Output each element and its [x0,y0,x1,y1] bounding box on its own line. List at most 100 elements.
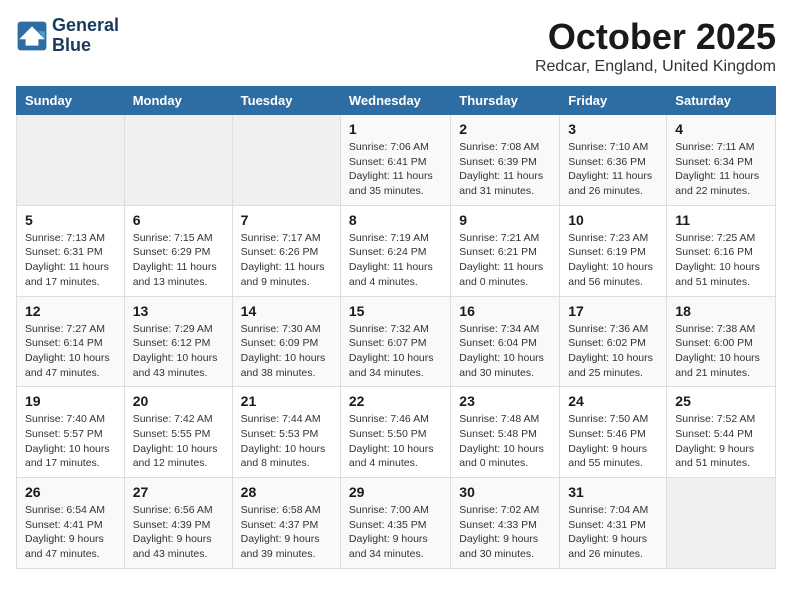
day-number: 19 [25,393,116,409]
calendar-cell: 15 Sunrise: 7:32 AM Sunset: 6:07 PM Dayli… [340,296,450,387]
calendar-cell: 14Sunrise: 7:30 AM Sunset: 6:09 PM Dayli… [232,296,340,387]
calendar-cell: 24Sunrise: 7:50 AM Sunset: 5:46 PM Dayli… [560,387,667,478]
day-info: Sunrise: 7:34 AM Sunset: 6:04 PM Dayligh… [459,322,551,381]
day-info: Sunrise: 7:42 AM Sunset: 5:55 PM Dayligh… [133,412,224,471]
day-info: Sunrise: 7:11 AM Sunset: 6:34 PM Dayligh… [675,140,767,199]
calendar-cell: 26Sunrise: 6:54 AM Sunset: 4:41 PM Dayli… [17,478,125,569]
day-number: 12 [25,303,116,319]
day-info: Sunrise: 7:44 AM Sunset: 5:53 PM Dayligh… [241,412,332,471]
day-number: 1 [349,121,442,137]
day-info: Sunrise: 7:36 AM Sunset: 6:02 PM Dayligh… [568,322,658,381]
day-info: Sunrise: 7:21 AM Sunset: 6:21 PM Dayligh… [459,231,551,290]
calendar-cell: 9 Sunrise: 7:21 AM Sunset: 6:21 PM Daylig… [451,205,560,296]
day-number: 9 [459,212,551,228]
calendar-cell: 20 Sunrise: 7:42 AM Sunset: 5:55 PM Dayli… [124,387,232,478]
calendar-cell: 1 Sunrise: 7:06 AM Sunset: 6:41 PM Daylig… [340,115,450,206]
day-number: 20 [133,393,224,409]
calendar-cell: 6 Sunrise: 7:15 AM Sunset: 6:29 PM Daylig… [124,205,232,296]
day-info: Sunrise: 7:04 AM Sunset: 4:31 PM Dayligh… [568,503,658,562]
calendar-table: SundayMondayTuesdayWednesdayThursdayFrid… [16,86,776,569]
calendar-cell: 10Sunrise: 7:23 AM Sunset: 6:19 PM Dayli… [560,205,667,296]
day-info: Sunrise: 7:40 AM Sunset: 5:57 PM Dayligh… [25,412,116,471]
logo: General Blue [16,16,119,56]
week-row-5: 26Sunrise: 6:54 AM Sunset: 4:41 PM Dayli… [17,478,776,569]
day-info: Sunrise: 7:17 AM Sunset: 6:26 PM Dayligh… [241,231,332,290]
day-info: Sunrise: 7:23 AM Sunset: 6:19 PM Dayligh… [568,231,658,290]
day-info: Sunrise: 6:58 AM Sunset: 4:37 PM Dayligh… [241,503,332,562]
week-row-2: 5Sunrise: 7:13 AM Sunset: 6:31 PM Daylig… [17,205,776,296]
calendar-cell: 2 Sunrise: 7:08 AM Sunset: 6:39 PM Daylig… [451,115,560,206]
calendar-cell: 19 Sunrise: 7:40 AM Sunset: 5:57 PM Dayli… [17,387,125,478]
day-number: 17 [568,303,658,319]
day-number: 2 [459,121,551,137]
day-number: 21 [241,393,332,409]
calendar-cell: 18 Sunrise: 7:38 AM Sunset: 6:00 PM Dayli… [667,296,776,387]
header-tuesday: Tuesday [232,87,340,115]
day-info: Sunrise: 7:38 AM Sunset: 6:00 PM Dayligh… [675,322,767,381]
day-info: Sunrise: 7:27 AM Sunset: 6:14 PM Dayligh… [25,322,116,381]
day-info: Sunrise: 7:08 AM Sunset: 6:39 PM Dayligh… [459,140,551,199]
day-number: 18 [675,303,767,319]
day-number: 8 [349,212,442,228]
calendar-cell: 25 Sunrise: 7:52 AM Sunset: 5:44 PM Dayli… [667,387,776,478]
calendar-cell: 17 Sunrise: 7:36 AM Sunset: 6:02 PM Dayli… [560,296,667,387]
day-number: 16 [459,303,551,319]
day-info: Sunrise: 7:02 AM Sunset: 4:33 PM Dayligh… [459,503,551,562]
calendar-cell [232,115,340,206]
header-saturday: Saturday [667,87,776,115]
day-info: Sunrise: 7:32 AM Sunset: 6:07 PM Dayligh… [349,322,442,381]
logo-icon [16,20,48,52]
day-info: Sunrise: 7:06 AM Sunset: 6:41 PM Dayligh… [349,140,442,199]
day-number: 3 [568,121,658,137]
calendar-cell: 11Sunrise: 7:25 AM Sunset: 6:16 PM Dayli… [667,205,776,296]
week-row-1: 1 Sunrise: 7:06 AM Sunset: 6:41 PM Daylig… [17,115,776,206]
calendar-cell: 12 Sunrise: 7:27 AM Sunset: 6:14 PM Dayli… [17,296,125,387]
logo-line2: Blue [52,36,119,56]
day-number: 15 [349,303,442,319]
month-title: October 2025 [535,16,776,58]
day-info: Sunrise: 7:46 AM Sunset: 5:50 PM Dayligh… [349,412,442,471]
header-sunday: Sunday [17,87,125,115]
header-monday: Monday [124,87,232,115]
calendar-cell [667,478,776,569]
day-info: Sunrise: 7:30 AM Sunset: 6:09 PM Dayligh… [241,322,332,381]
week-row-3: 12 Sunrise: 7:27 AM Sunset: 6:14 PM Dayli… [17,296,776,387]
day-number: 28 [241,484,332,500]
day-number: 11 [675,212,767,228]
day-number: 5 [25,212,116,228]
day-info: Sunrise: 7:29 AM Sunset: 6:12 PM Dayligh… [133,322,224,381]
calendar-cell: 16 Sunrise: 7:34 AM Sunset: 6:04 PM Dayli… [451,296,560,387]
day-info: Sunrise: 7:10 AM Sunset: 6:36 PM Dayligh… [568,140,658,199]
title-section: October 2025 Redcar, England, United Kin… [535,16,776,76]
calendar-cell: 21 Sunrise: 7:44 AM Sunset: 5:53 PM Dayli… [232,387,340,478]
day-number: 22 [349,393,442,409]
day-info: Sunrise: 7:19 AM Sunset: 6:24 PM Dayligh… [349,231,442,290]
day-number: 30 [459,484,551,500]
location-subtitle: Redcar, England, United Kingdom [535,58,776,76]
day-number: 27 [133,484,224,500]
day-number: 26 [25,484,116,500]
calendar-cell: 23Sunrise: 7:48 AM Sunset: 5:48 PM Dayli… [451,387,560,478]
calendar-cell: 27Sunrise: 6:56 AM Sunset: 4:39 PM Dayli… [124,478,232,569]
header-thursday: Thursday [451,87,560,115]
header: General Blue October 2025 Redcar, Englan… [16,16,776,76]
day-info: Sunrise: 7:48 AM Sunset: 5:48 PM Dayligh… [459,412,551,471]
calendar-cell: 7Sunrise: 7:17 AM Sunset: 6:26 PM Daylig… [232,205,340,296]
calendar-header-row: SundayMondayTuesdayWednesdayThursdayFrid… [17,87,776,115]
calendar-cell: 28 Sunrise: 6:58 AM Sunset: 4:37 PM Dayli… [232,478,340,569]
day-number: 31 [568,484,658,500]
day-number: 25 [675,393,767,409]
day-number: 13 [133,303,224,319]
calendar-cell: 3 Sunrise: 7:10 AM Sunset: 6:36 PM Daylig… [560,115,667,206]
day-number: 29 [349,484,442,500]
day-info: Sunrise: 7:15 AM Sunset: 6:29 PM Dayligh… [133,231,224,290]
day-number: 6 [133,212,224,228]
header-wednesday: Wednesday [340,87,450,115]
calendar-cell: 4Sunrise: 7:11 AM Sunset: 6:34 PM Daylig… [667,115,776,206]
day-info: Sunrise: 7:52 AM Sunset: 5:44 PM Dayligh… [675,412,767,471]
calendar-cell [17,115,125,206]
calendar-cell: 8 Sunrise: 7:19 AM Sunset: 6:24 PM Daylig… [340,205,450,296]
calendar-cell: 13 Sunrise: 7:29 AM Sunset: 6:12 PM Dayli… [124,296,232,387]
day-info: Sunrise: 7:50 AM Sunset: 5:46 PM Dayligh… [568,412,658,471]
calendar-cell: 30 Sunrise: 7:02 AM Sunset: 4:33 PM Dayli… [451,478,560,569]
